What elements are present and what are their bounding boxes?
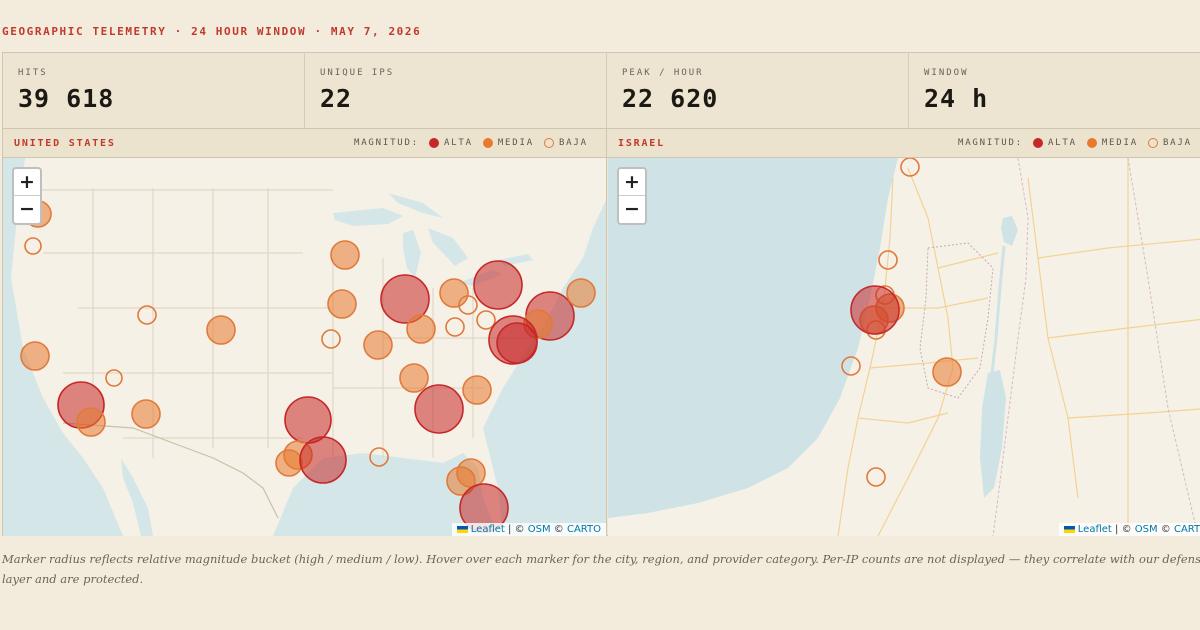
zoom-out-button[interactable]: − <box>14 196 40 223</box>
stat-label: UNIQUE IPS <box>320 68 395 78</box>
magnitude-legend: MAGNITUD: ALTA MEDIA BAJA <box>958 138 1192 148</box>
legend-media-swatch <box>482 138 493 148</box>
legend-media-swatch <box>1086 138 1097 148</box>
map-attribution: Leaflet | © OSM © CARTO <box>1058 523 1200 536</box>
stat-window: WINDOW 24 h <box>909 53 1200 128</box>
attribution-sep: © <box>550 524 567 535</box>
zoom-control-us: + − <box>12 167 42 225</box>
zoom-out-button[interactable]: − <box>619 196 645 223</box>
magnitude-legend: MAGNITUD: ALTA MEDIA BAJA <box>354 138 588 148</box>
legend-alta-swatch <box>1032 138 1043 148</box>
leaflet-link[interactable]: Leaflet <box>1078 524 1112 535</box>
legend-baja-swatch <box>543 138 554 148</box>
page-kicker: GEOGRAPHIC TELEMETRY · 24 HOUR WINDOW · … <box>2 25 422 38</box>
carto-link[interactable]: CARTO <box>1174 524 1200 535</box>
legend-title: MAGNITUD: <box>958 138 1023 148</box>
map-us[interactable]: + − Leaflet | © OSM © CARTO <box>3 158 607 536</box>
legend-title: MAGNITUD: <box>354 138 419 148</box>
stat-value: 39 618 <box>18 84 115 113</box>
israel-basemap <box>608 158 1200 536</box>
legend-media-label: MEDIA <box>497 138 534 148</box>
osm-link[interactable]: OSM <box>1135 524 1158 535</box>
zoom-in-button[interactable]: + <box>14 169 40 196</box>
ukraine-flag-icon <box>456 525 468 533</box>
attribution-sep: © <box>1157 524 1174 535</box>
telemetry-frame: HITS 39 618 UNIQUE IPS 22 PEAK / HOUR 22… <box>2 52 1200 536</box>
legend-baja-swatch <box>1147 138 1158 148</box>
stat-value: 22 620 <box>622 84 719 113</box>
legend-alta-label: ALTA <box>1047 138 1077 148</box>
stat-value: 24 h <box>924 84 989 113</box>
attribution-sep: | © <box>1111 524 1135 535</box>
panel-header-israel: ISRAEL MAGNITUD: ALTA MEDIA BAJA <box>607 128 1200 158</box>
legend-baja-label: BAJA <box>1162 138 1192 148</box>
legend-alta-swatch <box>428 138 439 148</box>
zoom-control-israel: + − <box>617 167 647 225</box>
zoom-in-button[interactable]: + <box>619 169 645 196</box>
stat-label: WINDOW <box>924 68 969 78</box>
osm-link[interactable]: OSM <box>528 524 551 535</box>
legend-baja-label: BAJA <box>558 138 588 148</box>
stat-unique-ips: UNIQUE IPS 22 <box>305 53 607 128</box>
stat-peak-hour: PEAK / HOUR 22 620 <box>607 53 909 128</box>
map-caption: Marker radius reflects relative magnitud… <box>2 552 1200 586</box>
stats-bar: HITS 39 618 UNIQUE IPS 22 PEAK / HOUR 22… <box>3 53 1200 128</box>
map-attribution: Leaflet | © OSM © CARTO <box>451 523 606 536</box>
attribution-sep: | © <box>504 524 528 535</box>
panel-header-us: UNITED STATES MAGNITUD: ALTA MEDIA BAJA <box>3 128 607 158</box>
stat-label: PEAK / HOUR <box>622 68 704 78</box>
panel-title: UNITED STATES <box>14 138 116 149</box>
legend-media-label: MEDIA <box>1101 138 1138 148</box>
ukraine-flag-icon <box>1063 525 1075 533</box>
stat-value: 22 <box>320 84 353 113</box>
us-basemap <box>3 158 606 536</box>
leaflet-link[interactable]: Leaflet <box>471 524 505 535</box>
map-israel[interactable]: + − Leaflet | © OSM © CARTO <box>608 158 1200 536</box>
stat-label: HITS <box>18 68 48 78</box>
panel-title: ISRAEL <box>618 138 665 149</box>
stat-hits: HITS 39 618 <box>3 53 305 128</box>
carto-link[interactable]: CARTO <box>567 524 601 535</box>
legend-alta-label: ALTA <box>443 138 473 148</box>
